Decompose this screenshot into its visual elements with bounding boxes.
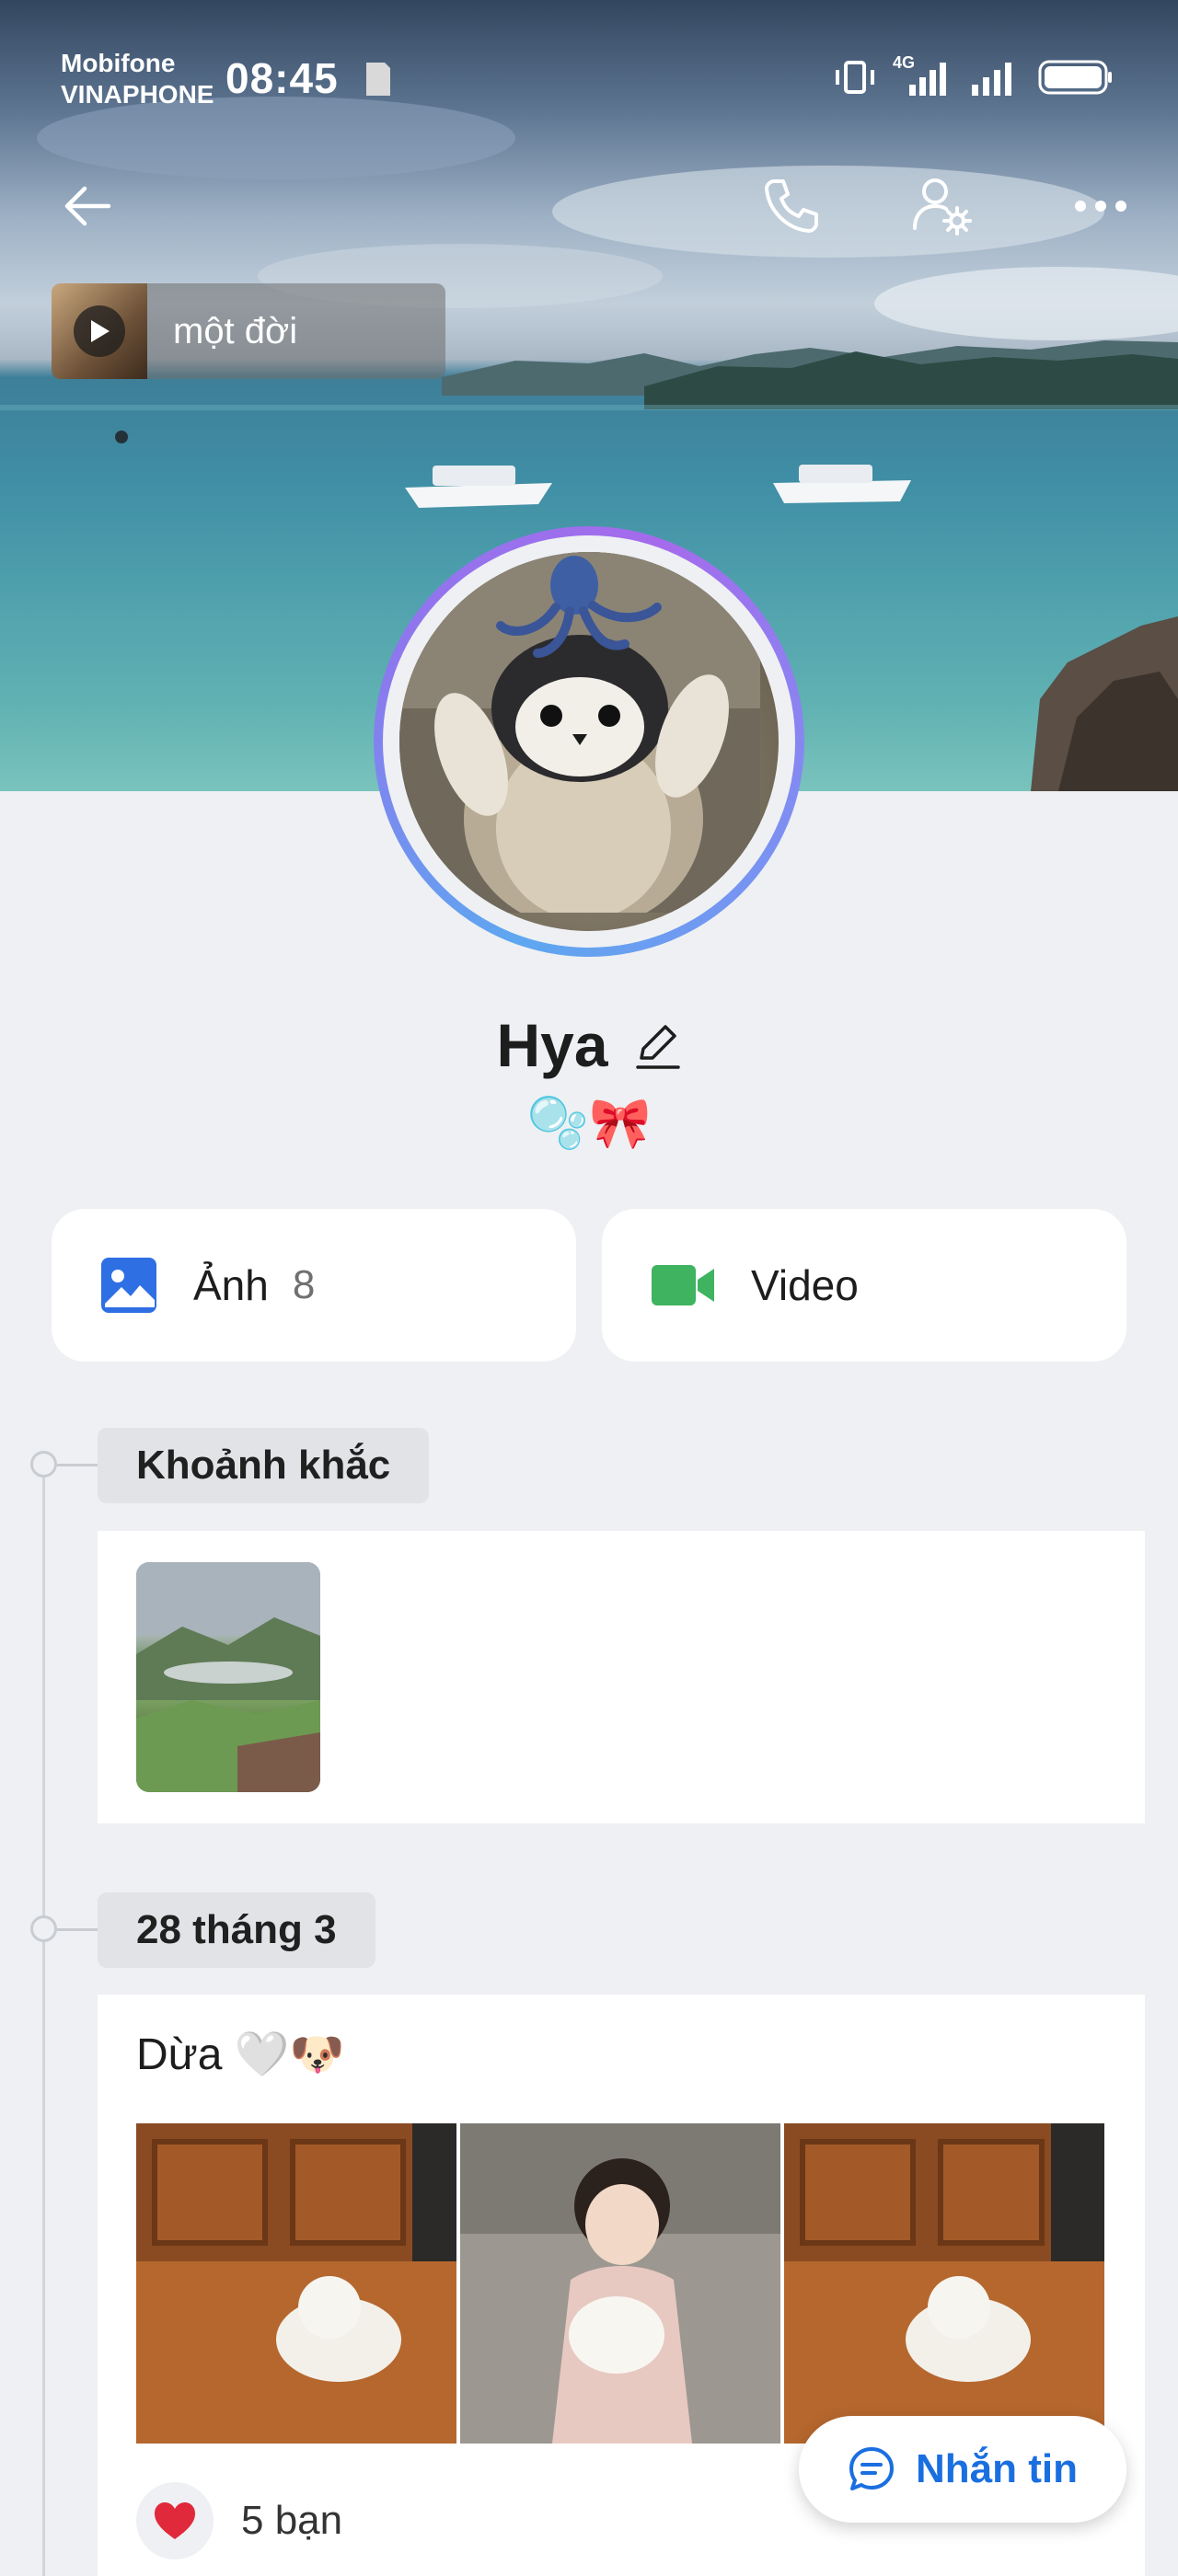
post-photo[interactable] bbox=[136, 2123, 456, 2444]
video-icon bbox=[652, 1265, 714, 1305]
arrow-left-icon bbox=[64, 186, 111, 226]
profile-settings-button[interactable] bbox=[909, 173, 976, 239]
message-button-label: Nhắn tin bbox=[916, 2446, 1078, 2491]
timeline-dot bbox=[30, 1915, 57, 1942]
message-button[interactable]: Nhắn tin bbox=[799, 2416, 1126, 2523]
more-button[interactable] bbox=[1068, 173, 1134, 239]
moments-chip: Khoảnh khắc bbox=[98, 1428, 430, 1503]
carrier-2: VINAPHONE bbox=[61, 80, 214, 109]
play-button[interactable] bbox=[74, 305, 125, 357]
clock: 08:45 bbox=[225, 54, 339, 102]
avatar-story-ring[interactable] bbox=[374, 526, 804, 957]
signal-icon bbox=[972, 63, 1011, 96]
carrier-names: Mobifone VINAPHONE bbox=[61, 48, 214, 110]
photos-label: Ảnh bbox=[193, 1261, 269, 1309]
music-title: một đời bbox=[173, 310, 298, 351]
phone-icon bbox=[765, 179, 818, 233]
profile-music-chip[interactable]: một đời bbox=[52, 283, 445, 379]
timeline-connector bbox=[57, 1464, 98, 1466]
reaction-count: 5 bạn bbox=[241, 2498, 343, 2543]
post-photo[interactable] bbox=[784, 2123, 1104, 2444]
post-reactions[interactable]: 5 bạn bbox=[136, 2482, 342, 2559]
image-icon bbox=[101, 1258, 156, 1313]
videos-card[interactable]: Video bbox=[602, 1209, 1126, 1362]
battery-icon bbox=[1038, 60, 1112, 95]
moments-panel bbox=[98, 1531, 1145, 1823]
videos-label: Video bbox=[751, 1261, 859, 1309]
profile-name: Hya bbox=[496, 1011, 608, 1079]
timeline-line bbox=[42, 1463, 45, 2576]
more-horizontal-icon bbox=[1075, 201, 1126, 212]
avatar-image bbox=[399, 552, 760, 929]
profile-bio: 🫧🎀 bbox=[526, 1096, 652, 1151]
back-button[interactable] bbox=[55, 173, 121, 239]
chat-bubble-icon bbox=[849, 2447, 894, 2490]
post-photo[interactable] bbox=[460, 2123, 780, 2444]
play-icon bbox=[91, 320, 110, 342]
photos-count: 8 bbox=[292, 1262, 316, 1307]
call-button[interactable] bbox=[758, 173, 825, 239]
heart-icon[interactable] bbox=[136, 2482, 214, 2559]
avatar[interactable] bbox=[399, 552, 779, 931]
timeline-connector bbox=[57, 1928, 98, 1931]
post-caption: Dừa 🤍🐶 bbox=[136, 2030, 345, 2079]
user-settings-icon bbox=[913, 178, 972, 236]
carrier-1: Mobifone bbox=[61, 49, 176, 77]
sim-card-icon bbox=[366, 63, 390, 96]
status-icons: 4G bbox=[834, 53, 1114, 98]
edit-pencil-icon[interactable] bbox=[634, 1019, 682, 1071]
photos-card[interactable]: Ảnh 8 bbox=[52, 1209, 576, 1362]
profile-name-row: Hya bbox=[0, 1010, 1178, 1080]
timeline-dot bbox=[30, 1451, 57, 1478]
post-date-chip: 28 tháng 3 bbox=[98, 1892, 375, 1968]
moment-thumbnail[interactable] bbox=[136, 1562, 320, 1792]
status-bar: Mobifone VINAPHONE 08:45 4G bbox=[0, 0, 1178, 156]
vibrate-icon bbox=[836, 61, 874, 94]
music-thumbnail bbox=[52, 283, 147, 379]
signal-4g-icon: 4G bbox=[893, 53, 953, 98]
